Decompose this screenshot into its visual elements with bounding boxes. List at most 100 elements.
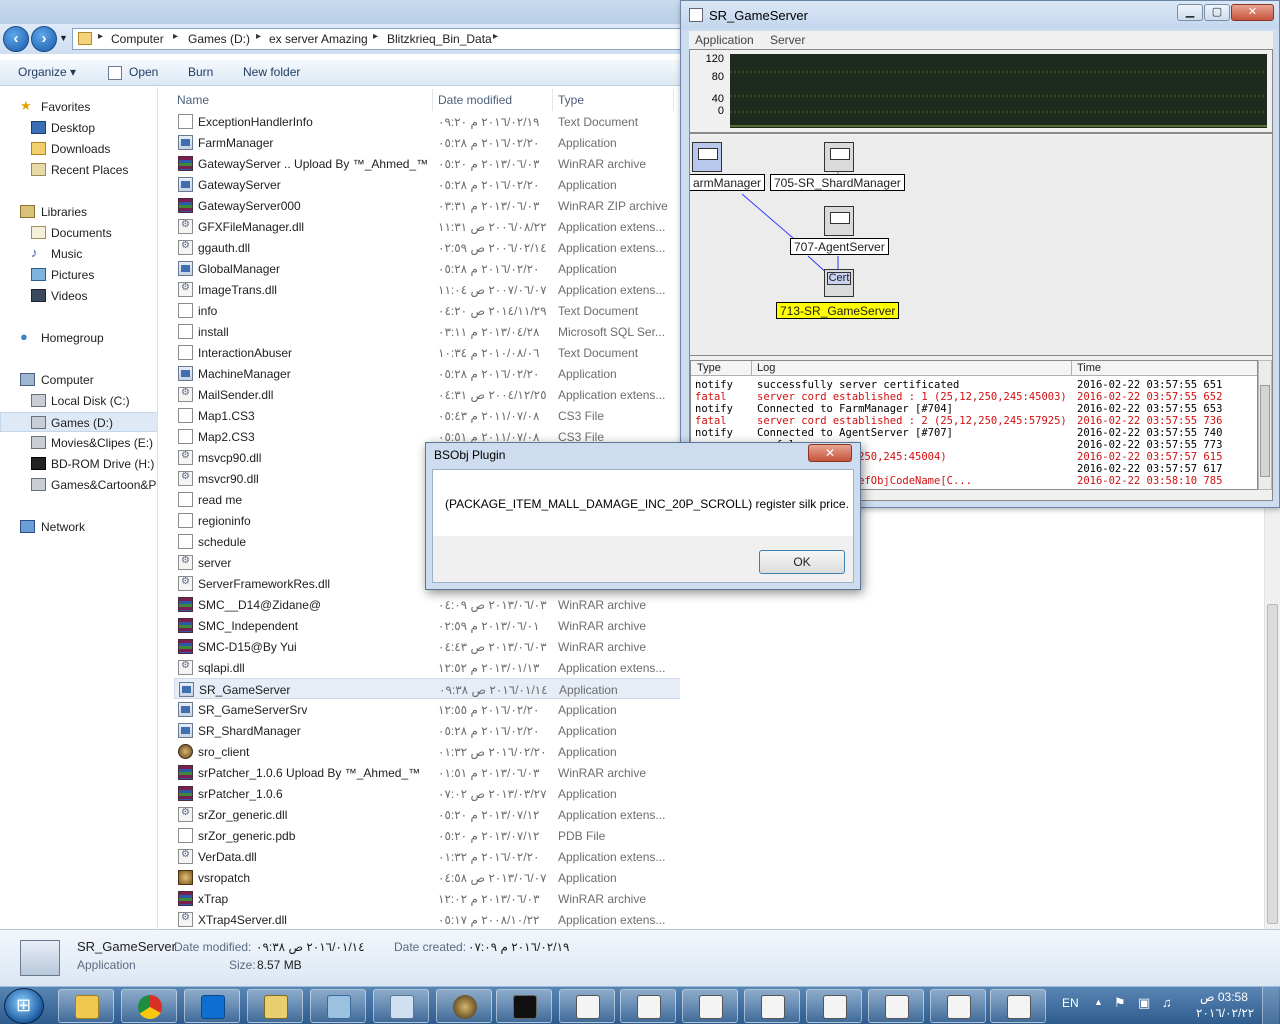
file-row[interactable]: VerData.dll ٢٠١٦/٠٢/٢٠ م ٠١:٣٢ Application…: [174, 846, 680, 867]
log-column-divider[interactable]: [751, 361, 752, 376]
file-row[interactable]: ImageTrans.dll ٢٠٠٧/٠٦/٠٧ ص ١١:٠٤ Applicat…: [174, 279, 680, 300]
nav-movies-e[interactable]: Movies&Clipes (E:): [0, 433, 157, 453]
nav-documents[interactable]: Documents: [0, 223, 157, 243]
breadcrumb-games-d[interactable]: Games (D:): [188, 32, 250, 46]
taskbar-server-window[interactable]: [806, 989, 862, 1023]
file-row[interactable]: srZor_generic.dll ٢٠١٣/٠٧/١٢ م ٠٥:٢٠ Appli…: [174, 804, 680, 825]
column-header-date[interactable]: Date modified: [438, 93, 512, 107]
action-center-flag-icon[interactable]: ⚑: [1114, 995, 1126, 1011]
log-row[interactable]: notify successfully server certificated 20…: [691, 379, 1257, 391]
open-button[interactable]: Open: [129, 65, 158, 79]
file-row[interactable]: XTrap4Server.dll ٢٠٠٨/١٠/٢٢ م ٠٥:١٧ Applic…: [174, 909, 680, 929]
log-column-log[interactable]: Log: [757, 362, 775, 374]
dialog-close-button[interactable]: ✕: [808, 444, 852, 462]
cert-node-icon[interactable]: Cert: [824, 269, 854, 297]
nav-favorites[interactable]: ★ Favorites: [0, 97, 157, 117]
file-row[interactable]: sro_client ٢٠١٦/٠٢/٢٠ ص ٠١:٣٢ Application 1…: [174, 741, 680, 762]
column-header-type[interactable]: Type: [558, 93, 584, 107]
network-icon[interactable]: ▣: [1138, 995, 1150, 1011]
breadcrumb-blitzkrieq[interactable]: Blitzkrieq_Bin_Data: [387, 32, 492, 46]
new-folder-button[interactable]: New folder: [243, 65, 300, 79]
nav-computer[interactable]: Computer: [0, 370, 157, 390]
gameserver-node-label[interactable]: 713-SR_GameServer: [776, 302, 900, 319]
log-scrollbar[interactable]: [1258, 360, 1272, 490]
log-scrollbar-thumb[interactable]: [1260, 385, 1270, 477]
menu-server[interactable]: Server: [770, 33, 805, 47]
taskbar-cmd[interactable]: [496, 989, 552, 1023]
file-row[interactable]: SMC_Independent ٢٠١٣/٠٦/٠١ م ٠٢:٥٩ WinRAR …: [174, 615, 680, 636]
taskbar-game-app[interactable]: [436, 989, 492, 1023]
farmmanager-node-icon[interactable]: [692, 142, 722, 172]
file-row[interactable]: vsropatch ٢٠١٣/٠٦/٠٧ ص ٠٤:٥٨ Application 33…: [174, 867, 680, 888]
file-row[interactable]: srPatcher_1.0.6 Upload By ™_Ahmed_™ ٢٠١٣/…: [174, 762, 680, 783]
shardmanager-node-label[interactable]: 705-SR_ShardManager: [770, 174, 905, 191]
scrollbar-thumb[interactable]: [1267, 604, 1278, 924]
nav-libraries[interactable]: Libraries: [0, 202, 157, 222]
close-button[interactable]: ✕: [1231, 4, 1274, 21]
column-header-name[interactable]: Name: [177, 93, 209, 107]
nav-games-cartoon[interactable]: Games&Cartoon&P: [0, 475, 157, 495]
column-divider[interactable]: [552, 89, 553, 111]
log-column-type[interactable]: Type: [697, 362, 721, 374]
farmmanager-node-label[interactable]: armManager: [690, 174, 766, 191]
minimize-button[interactable]: ▁: [1177, 4, 1203, 21]
file-row[interactable]: ggauth.dll ٢٠٠٦/٠٢/١٤ ص ٠٢:٥٩ Application …: [174, 237, 680, 258]
taskbar-explorer[interactable]: [58, 989, 114, 1023]
show-desktop-button[interactable]: [1262, 987, 1279, 1024]
file-row[interactable]: SR_GameServerSrv ٢٠١٦/٠٢/٢٠ م ١٢:٥٥ Applic…: [174, 699, 680, 720]
sr-title-bar[interactable]: SR_GameServer ▁ ▢ ✕: [681, 1, 1279, 29]
breadcrumb-ex-server[interactable]: ex server Amazing: [269, 32, 368, 46]
file-row[interactable]: SR_GameServer ٢٠١٦/٠١/١٤ ص ٠٩:٣٨ Applicati…: [174, 678, 680, 699]
show-hidden-icons-icon[interactable]: ▲: [1094, 997, 1103, 1007]
file-row[interactable]: FarmManager ٢٠١٦/٠٢/٢٠ م ٠٥:٢٨ Application: [174, 132, 680, 153]
file-row[interactable]: InteractionAbuser ٢٠١٠/٠٨/٠٦ م ١٠:٣٤ Text …: [174, 342, 680, 363]
taskbar-server-window[interactable]: [744, 989, 800, 1023]
maximize-button[interactable]: ▢: [1204, 4, 1230, 21]
nav-downloads[interactable]: Downloads: [0, 139, 157, 159]
file-row[interactable]: GatewayServer .. Upload By ™_Ahmed_™ ٢٠١٣…: [174, 153, 680, 174]
menu-application[interactable]: Application: [695, 33, 754, 47]
nav-music[interactable]: ♪ Music: [0, 244, 157, 264]
log-row[interactable]: fatal server cord established : 1 (25,12,…: [691, 391, 1257, 403]
file-row[interactable]: ExceptionHandlerInfo ٢٠١٦/٠٢/١٩ م ٠٩:٢٠ Te…: [174, 111, 680, 132]
file-row[interactable]: xTrap ٢٠١٣/٠٦/٠٣ م ١٢:٠٢ WinRAR archive 2,9…: [174, 888, 680, 909]
nav-bd-rom-h[interactable]: BD-ROM Drive (H:) F: [0, 454, 157, 474]
breadcrumb-computer[interactable]: Computer: [111, 32, 164, 46]
start-button[interactable]: [4, 988, 44, 1024]
ok-button[interactable]: OK: [759, 550, 845, 574]
recent-pages-chevron-icon[interactable]: ▼: [59, 33, 68, 43]
log-column-divider[interactable]: [1071, 361, 1072, 376]
taskbar-teamviewer[interactable]: [184, 989, 240, 1023]
file-row[interactable]: GFXFileManager.dll ٢٠٠٦/٠٨/٢٢ ص ١١:٣١ Appl…: [174, 216, 680, 237]
log-row[interactable]: fatal server cord established : 2 (25,12,…: [691, 415, 1257, 427]
nav-recent-places[interactable]: Recent Places: [0, 160, 157, 180]
taskbar-media-app[interactable]: [247, 989, 303, 1023]
file-row[interactable]: GatewayServer ٢٠١٦/٠٢/٢٠ م ٠٥:٢٨ Applicati…: [174, 174, 680, 195]
organize-button[interactable]: Organize ▾: [18, 65, 76, 79]
clock-date[interactable]: ٢٠١٦/٠٢/٢٢: [1196, 1006, 1254, 1020]
taskbar-server-window[interactable]: [930, 989, 986, 1023]
nav-homegroup[interactable]: ● Homegroup: [0, 328, 157, 348]
file-row[interactable]: SMC-D15@By Yui ٢٠١٣/٠٦/٠٣ ص ٠٤:٤٣ WinRAR a…: [174, 636, 680, 657]
nav-videos[interactable]: Videos: [0, 286, 157, 306]
log-row[interactable]: notify Connected to FarmManager [#704] 201…: [691, 403, 1257, 415]
file-row[interactable]: Map1.CS3 ٢٠١١/٠٧/٠٨ م ٠٥:٤٣ CS3 File: [174, 405, 680, 426]
taskbar-server-window[interactable]: [990, 989, 1046, 1023]
taskbar-notes-app[interactable]: [373, 989, 429, 1023]
shardmanager-node-icon[interactable]: [824, 142, 854, 172]
file-row[interactable]: GatewayServer000 ٢٠١٣/٠٦/٠٣ م ٠٣:٣١ WinRAR…: [174, 195, 680, 216]
column-divider[interactable]: [673, 89, 674, 111]
breadcrumb[interactable]: ▸ Computer ▸ Games (D:) ▸ ex server Amaz…: [72, 28, 682, 50]
volume-icon[interactable]: ♫: [1162, 995, 1172, 1010]
file-row[interactable]: SR_ShardManager ٢٠١٦/٠٢/٢٠ م ٠٥:٢٨ Applica…: [174, 720, 680, 741]
file-row[interactable]: srPatcher_1.0.6 ٢٠١٣/٠٣/٢٧ ص ٠٧:٠٢ Applica…: [174, 783, 680, 804]
nav-network[interactable]: Network: [0, 517, 157, 537]
file-row[interactable]: SMC__D14@Zidane@ ٢٠١٣/٠٦/٠٣ ص ٠٤:٠٩ WinRAR…: [174, 594, 680, 615]
file-row[interactable]: MailSender.dll ٢٠٠٤/١٢/٢٥ ص ٠٤:٣١ Applicat…: [174, 384, 680, 405]
column-divider[interactable]: [432, 89, 433, 111]
burn-button[interactable]: Burn: [188, 65, 213, 79]
nav-local-disk-c[interactable]: Local Disk (C:): [0, 391, 157, 411]
language-indicator[interactable]: EN: [1062, 996, 1079, 1010]
taskbar-server-window[interactable]: [559, 989, 615, 1023]
file-row[interactable]: srZor_generic.pdb ٢٠١٣/٠٧/١٢ م ٠٥:٢٠ PDB F…: [174, 825, 680, 846]
